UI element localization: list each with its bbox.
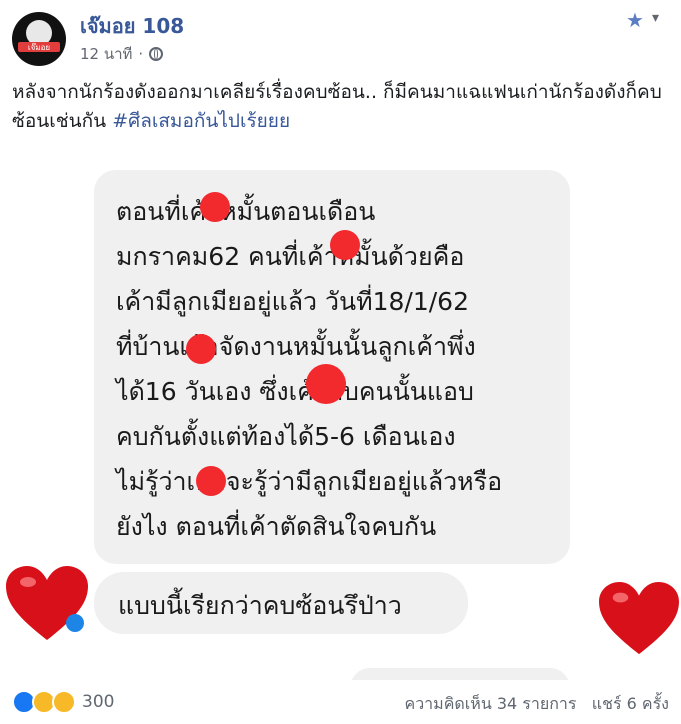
globe-icon[interactable] xyxy=(149,47,164,61)
message-line: ได้16 วันเอง ซึ่งเค้ากับคนนั้นแอบ xyxy=(116,377,474,406)
message-line: ไม่รู้ว่าเค้าจะรู้ว่ามีลูกเมียอยู่แล้วหร… xyxy=(116,467,503,496)
redaction-dot xyxy=(306,364,346,404)
post-meta: 12 นาที · xyxy=(80,42,164,66)
post-caption: หลังจากนักร้องดังออกมาเคลียร์เรื่องคบซ้อ… xyxy=(12,78,672,136)
post-footer: 300 ความคิดเห็น 34 รายการ แชร์ 6 ครั้ง xyxy=(0,680,681,724)
message-line: มกราคม62 คนที่เค้าหมั้นด้วยคือ xyxy=(116,242,465,271)
partial-bubble xyxy=(350,668,570,680)
message-line: ตอนที่เค้าหมั้นตอนเดือน xyxy=(116,197,376,226)
post-time[interactable]: 12 นาที xyxy=(80,42,132,66)
avatar-band: เจ๊มอย xyxy=(18,42,60,52)
message-line: คบกันตั้งแต่ท้องได้5-6 เดือนเอง xyxy=(116,422,456,451)
heart-icon xyxy=(6,566,88,640)
star-icon[interactable]: ★ xyxy=(626,8,644,32)
hashtag-link[interactable]: #ศีลเสมอกันไปเร้ยยย xyxy=(112,110,290,132)
wow-reaction-icon xyxy=(52,690,76,714)
heart-icon xyxy=(599,581,679,655)
message-line: ยังไง ตอนที่เค้าตัดสินใจคบกัน xyxy=(116,512,437,541)
redaction-dot xyxy=(330,230,360,260)
message-line: ที่บ้านเค้าจัดงานหมั้นนั้นลูกเค้าพึ่ง xyxy=(116,332,476,361)
redaction-dot xyxy=(196,466,226,496)
messenger-icon xyxy=(66,614,84,632)
chevron-down-icon[interactable]: ▾ xyxy=(652,10,659,26)
shares-count[interactable]: แชร์ 6 ครั้ง xyxy=(592,694,669,713)
comments-count[interactable]: ความคิดเห็น 34 รายการ xyxy=(404,694,576,713)
page-name[interactable]: เจ๊มอย 108 xyxy=(80,10,184,42)
meta-separator: · xyxy=(138,45,144,63)
caption-text: หลังจากนักร้องดังออกมาเคลียร์เรื่องคบซ้อ… xyxy=(12,81,662,132)
redaction-dot xyxy=(186,334,216,364)
reactions[interactable]: 300 xyxy=(12,690,114,714)
redaction-dot xyxy=(200,192,230,222)
avatar-text: เจ๊มอย xyxy=(27,43,51,52)
page-avatar[interactable]: เจ๊มอย xyxy=(12,12,66,66)
reply-bubble: แบบนี้เรียกว่าคบซ้อนรึป่าว xyxy=(94,572,468,634)
post-photo[interactable]: ตอนที่เค้าหมั้นตอนเดือน มกราคม62 คนที่เค… xyxy=(0,152,681,680)
reply-text: แบบนี้เรียกว่าคบซ้อนรึป่าว xyxy=(118,591,402,620)
message-line: เค้ามีลูกเมียอยู่แล้ว วันที่18/1/62 xyxy=(116,287,469,316)
reaction-count[interactable]: 300 xyxy=(82,692,114,712)
post-stats: ความคิดเห็น 34 รายการ แชร์ 6 ครั้ง xyxy=(404,692,669,717)
